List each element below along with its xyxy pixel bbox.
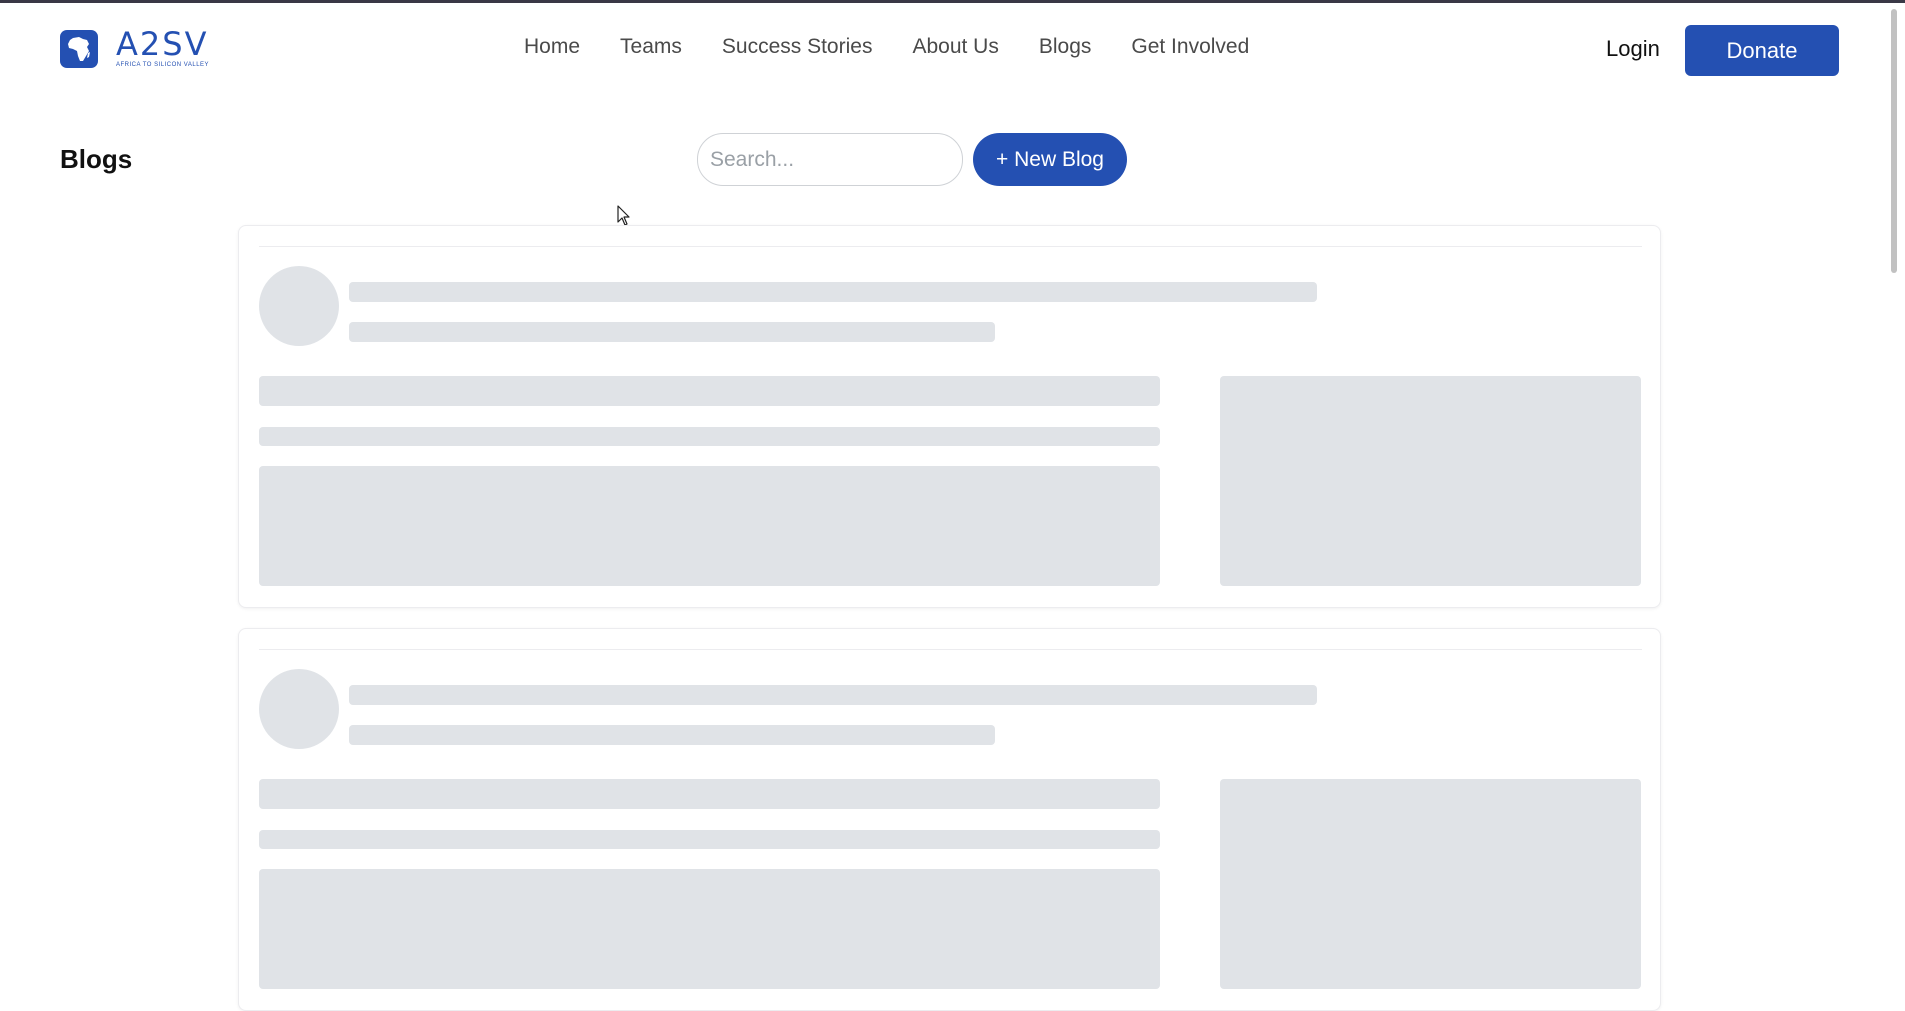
author-name-placeholder xyxy=(349,282,1317,302)
new-blog-button[interactable]: + New Blog xyxy=(973,133,1127,186)
blog-title-placeholder xyxy=(259,376,1160,406)
search-input[interactable] xyxy=(697,133,963,186)
site-logo[interactable]: A2SV AFRICA TO SILICON VALLEY xyxy=(60,25,210,69)
scrollbar-thumb[interactable] xyxy=(1891,9,1897,273)
nav-success-stories[interactable]: Success Stories xyxy=(722,35,873,59)
blog-image-placeholder xyxy=(1220,779,1641,989)
blog-title-placeholder xyxy=(259,779,1160,809)
mouse-pointer-icon xyxy=(617,205,630,226)
blog-subtitle-placeholder xyxy=(259,830,1160,849)
avatar-placeholder xyxy=(259,669,339,749)
main-nav: Home Teams Success Stories About Us Blog… xyxy=(524,35,1249,59)
nav-about-us[interactable]: About Us xyxy=(912,35,998,59)
nav-get-involved[interactable]: Get Involved xyxy=(1131,35,1249,59)
africa-map-icon xyxy=(60,30,98,68)
blog-excerpt-placeholder xyxy=(259,466,1160,586)
logo-wordmark: A2SV AFRICA TO SILICON VALLEY xyxy=(116,25,210,69)
post-date-placeholder xyxy=(349,322,995,342)
blog-card-skeleton xyxy=(238,628,1661,1011)
blog-subtitle-placeholder xyxy=(259,427,1160,446)
card-divider xyxy=(259,649,1642,650)
page-scrollbar[interactable] xyxy=(1880,3,1905,872)
blog-card-skeleton xyxy=(238,225,1661,608)
nav-blogs[interactable]: Blogs xyxy=(1039,35,1092,59)
nav-home[interactable]: Home xyxy=(524,35,580,59)
top-navbar: A2SV AFRICA TO SILICON VALLEY Home Teams… xyxy=(0,3,1880,93)
donate-button[interactable]: Donate xyxy=(1685,25,1839,76)
nav-teams[interactable]: Teams xyxy=(620,35,682,59)
blog-excerpt-placeholder xyxy=(259,869,1160,989)
author-name-placeholder xyxy=(349,685,1317,705)
page-title: Blogs xyxy=(60,144,133,174)
card-divider xyxy=(259,246,1642,247)
login-link[interactable]: Login xyxy=(1606,36,1660,62)
brand-name: A2SV xyxy=(116,25,209,63)
avatar-placeholder xyxy=(259,266,339,346)
brand-tagline: AFRICA TO SILICON VALLEY xyxy=(116,62,210,68)
blog-image-placeholder xyxy=(1220,376,1641,586)
post-date-placeholder xyxy=(349,725,995,745)
